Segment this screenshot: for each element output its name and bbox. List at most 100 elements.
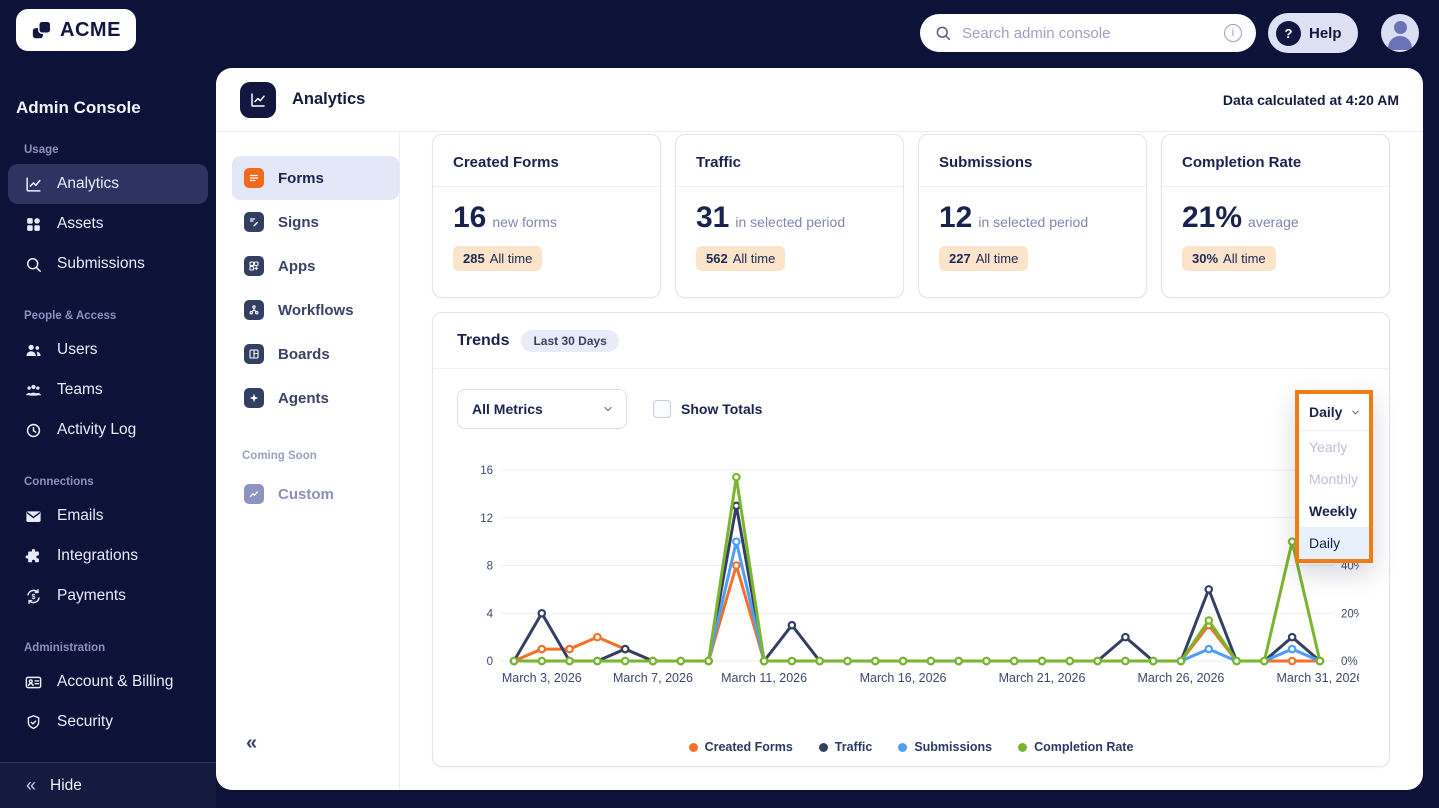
sidebar-item-assets[interactable]: Assets: [8, 204, 208, 244]
nav-item-forms[interactable]: Forms: [232, 156, 399, 200]
legend-label: Created Forms: [704, 740, 793, 754]
nav-item-signs[interactable]: Signs: [232, 200, 399, 244]
svg-text:March 7, 2026: March 7, 2026: [613, 671, 693, 685]
sidebar-item-emails[interactable]: Emails: [8, 496, 208, 536]
apps-icon: [244, 256, 264, 276]
nav-item-boards[interactable]: Boards: [232, 332, 399, 376]
show-totals-checkbox[interactable]: [653, 400, 671, 418]
search-icon: [26, 257, 41, 272]
legend-item: Created Forms: [688, 740, 793, 754]
nav-item-label: Forms: [278, 169, 324, 187]
boards-icon: [244, 344, 264, 364]
svg-text:$: $: [32, 593, 36, 601]
legend-label: Completion Rate: [1034, 740, 1134, 754]
stat-caption: new forms: [492, 214, 557, 230]
svg-text:20%: 20%: [1341, 608, 1359, 620]
question-icon: ?: [1276, 20, 1301, 46]
stat-title: Submissions: [919, 135, 1146, 187]
all-time-badge: 227 All time: [939, 246, 1029, 271]
menu-option-weekly[interactable]: Weekly: [1299, 495, 1369, 527]
assets-grid-icon: [27, 217, 40, 231]
stat-caption: average: [1248, 214, 1299, 230]
legend-item: Traffic: [818, 740, 872, 754]
svg-text:0%: 0%: [1341, 656, 1358, 668]
stat-title: Created Forms: [433, 135, 660, 187]
forms-icon: [244, 168, 264, 188]
stat-card-submissions: Submissions 12 in selected period 227 All …: [918, 134, 1147, 298]
search-info-icon[interactable]: i: [1224, 24, 1242, 42]
sidebar-item-teams[interactable]: Teams: [8, 370, 208, 410]
legend-item: Submissions: [898, 740, 992, 754]
section-label-administration: Administration: [24, 642, 106, 654]
nav-item-label: Agents: [278, 389, 329, 407]
nav-item-custom[interactable]: Custom: [232, 472, 399, 516]
brand-name: ACME: [60, 18, 121, 41]
analytics-nav: Forms Signs Apps Workflows Boards Agents…: [216, 132, 400, 789]
sidebar-title: Admin Console: [16, 98, 141, 117]
granularity-dropdown-highlight: Daily Yearly Monthly Weekly Daily: [1295, 390, 1373, 563]
svg-text:March 26, 2026: March 26, 2026: [1138, 671, 1225, 685]
shield-check-icon: [27, 714, 40, 729]
metric-filter-select[interactable]: All Metrics: [457, 389, 627, 429]
stat-card-traffic: Traffic 31 in selected period 562 All time: [675, 134, 904, 298]
legend-dot: [688, 742, 698, 752]
stat-caption: in selected period: [735, 214, 846, 230]
sidebar-item-label: Submissions: [57, 255, 145, 272]
chart-legend: Created Forms Traffic Submissions Completio…: [433, 740, 1389, 754]
id-card-icon: [25, 676, 42, 688]
trends-title: Trends: [457, 331, 510, 349]
agents-sparkle-icon: [244, 388, 264, 408]
legend-label: Submissions: [914, 740, 993, 754]
menu-option-daily[interactable]: Daily: [1299, 527, 1369, 559]
nav-item-apps[interactable]: Apps: [232, 244, 399, 288]
sidebar-collapse-button[interactable]: « Hide: [0, 762, 216, 808]
sidebar-item-payments[interactable]: $ Payments: [8, 576, 208, 616]
sidebar-item-label: Assets: [57, 215, 104, 232]
granularity-select[interactable]: Daily: [1299, 394, 1369, 430]
chevron-down-icon: [604, 406, 612, 412]
section-label-usage: Usage: [24, 144, 59, 156]
hide-label: Hide: [50, 776, 82, 794]
sidebar-item-analytics[interactable]: Analytics: [8, 164, 208, 204]
chevron-down-icon: [1352, 410, 1359, 414]
sidebar-item-account-billing[interactable]: Account & Billing: [8, 662, 208, 702]
svg-text:0: 0: [487, 656, 493, 668]
sidebar-item-submissions[interactable]: Submissions: [8, 244, 208, 284]
nav-item-label: Boards: [278, 345, 330, 363]
envelope-icon: [26, 510, 41, 522]
nav-item-label: Workflows: [278, 301, 354, 319]
sidebar-item-integrations[interactable]: Integrations: [8, 536, 208, 576]
nav-collapse-button[interactable]: «: [246, 733, 257, 753]
help-button[interactable]: ? Help: [1268, 13, 1358, 53]
clock-history-icon: [26, 423, 41, 437]
avatar-person-icon: [1393, 21, 1407, 34]
search-input[interactable]: [962, 24, 1214, 42]
sidebar-item-activity-log[interactable]: Activity Log: [8, 410, 208, 450]
sidebar-item-label: Teams: [57, 381, 103, 398]
users-icon: [26, 344, 41, 356]
svg-text:4: 4: [487, 608, 494, 620]
all-time-badge: 30% All time: [1182, 246, 1276, 271]
sidebar-item-security[interactable]: Security: [8, 702, 208, 742]
admin-search-bar[interactable]: i: [920, 14, 1256, 52]
sidebar-item-label: Analytics: [57, 175, 120, 192]
search-icon: [936, 26, 951, 41]
all-time-badge: 562 All time: [696, 246, 786, 271]
brand-logo[interactable]: ACME: [16, 9, 136, 51]
chevrons-left-icon: «: [26, 775, 37, 795]
legend-dot: [1018, 742, 1028, 752]
legend-dot: [818, 742, 828, 752]
stat-card-created-forms: Created Forms 16 new forms 285 All time: [432, 134, 661, 298]
page-title: Analytics: [292, 90, 366, 108]
nav-item-agents[interactable]: Agents: [232, 376, 399, 420]
menu-option-monthly[interactable]: Monthly: [1299, 463, 1369, 495]
nav-item-workflows[interactable]: Workflows: [232, 288, 399, 332]
legend-dot: [898, 742, 908, 752]
stat-value: 12: [939, 201, 973, 234]
analytics-header-icon: [240, 81, 276, 118]
sidebar-item-label: Payments: [57, 587, 126, 604]
menu-option-yearly[interactable]: Yearly: [1299, 431, 1369, 463]
sidebar-item-users[interactable]: Users: [8, 330, 208, 370]
sidebar-item-label: Emails: [57, 507, 104, 524]
user-avatar[interactable]: [1381, 14, 1419, 52]
